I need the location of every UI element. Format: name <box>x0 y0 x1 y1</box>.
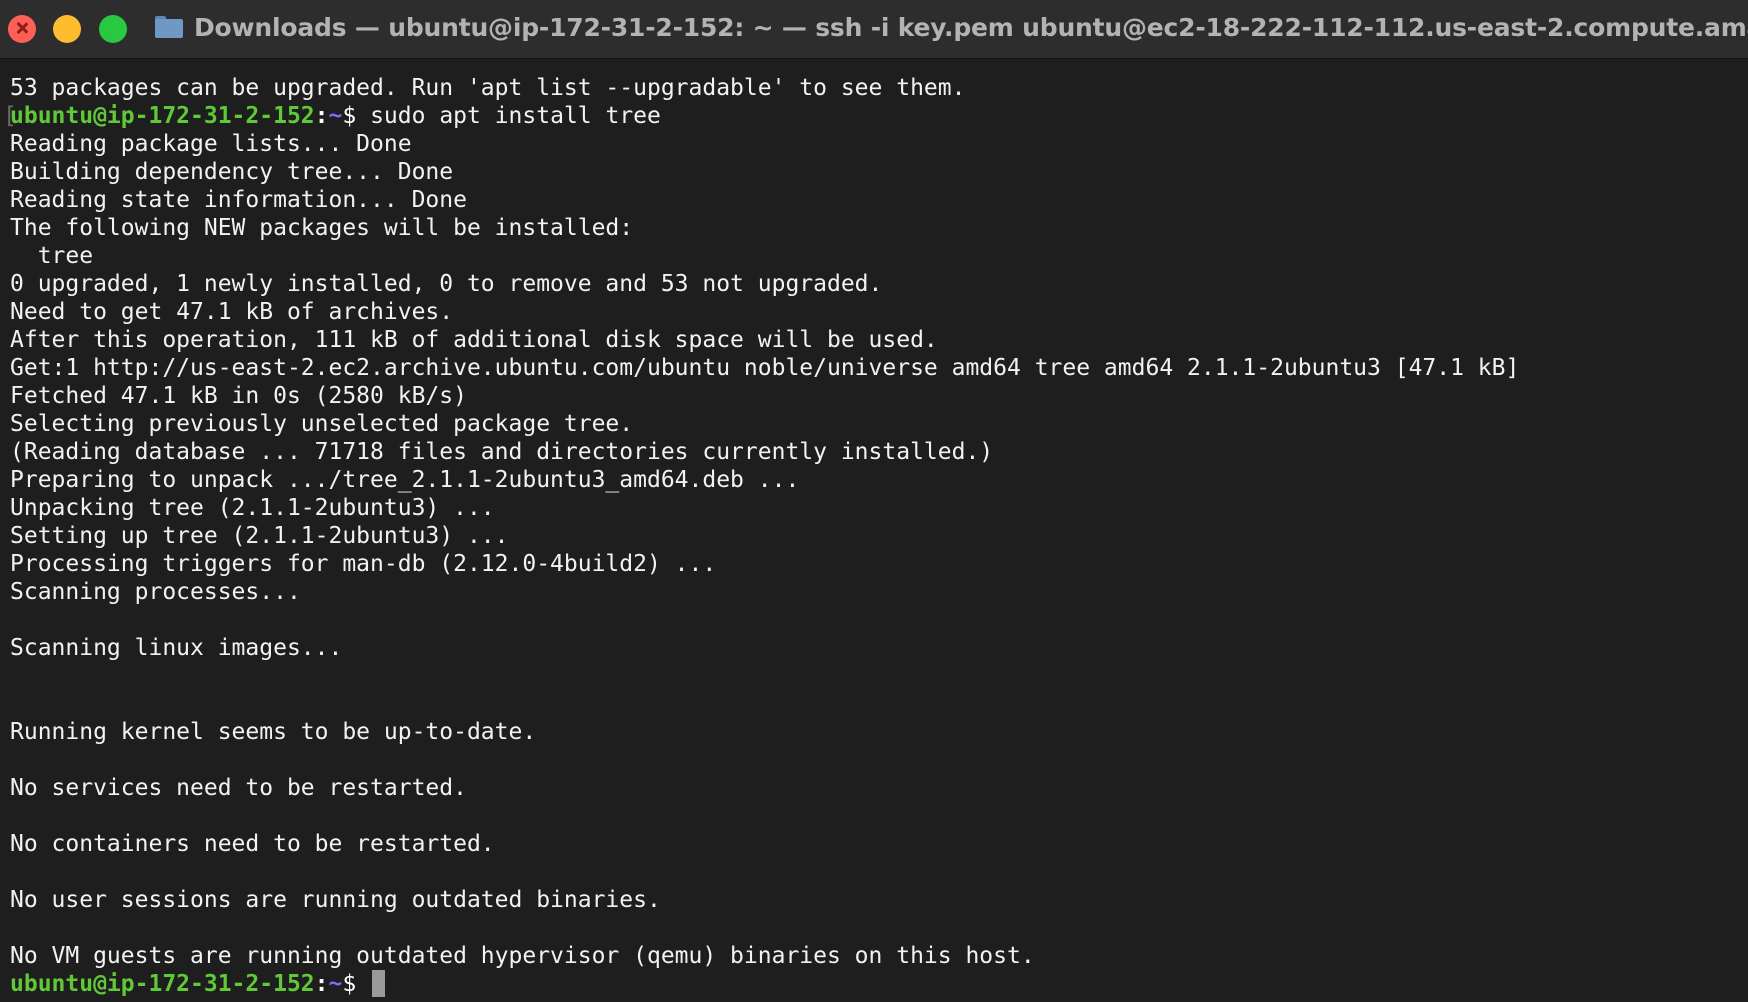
terminal-line: No VM guests are running outdated hyperv… <box>10 943 1035 969</box>
prompt-user-host: ubuntu@ip-172-31-2-152 <box>10 103 315 129</box>
terminal-line: Processing triggers for man-db (2.12.0-4… <box>10 551 717 577</box>
window-title: Downloads — ubuntu@ip-172-31-2-152: ~ — … <box>194 13 1748 42</box>
mark-bracket: [ <box>3 103 17 129</box>
terminal-window: Downloads — ubuntu@ip-172-31-2-152: ~ — … <box>0 0 1748 1002</box>
command-line: [ubuntu@ip-172-31-2-152:~$ sudo apt inst… <box>3 102 1748 130</box>
terminal-line: Need to get 47.1 kB of archives. <box>10 299 454 325</box>
close-button[interactable] <box>8 15 36 43</box>
prompt-dollar: $ <box>342 103 357 129</box>
terminal-line: Setting up tree (2.1.1-2ubuntu3) ... <box>10 523 509 549</box>
close-icon <box>16 22 28 34</box>
title-bar[interactable]: Downloads — ubuntu@ip-172-31-2-152: ~ — … <box>0 0 1748 59</box>
terminal-line: Preparing to unpack .../tree_2.1.1-2ubun… <box>10 467 800 493</box>
terminal-line: No user sessions are running outdated bi… <box>10 887 661 913</box>
terminal-line: Scanning processes... <box>10 579 301 605</box>
terminal-line: Unpacking tree (2.1.1-2ubuntu3) ... <box>10 495 495 521</box>
terminal-line: Fetched 47.1 kB in 0s (2580 kB/s) <box>10 383 467 409</box>
zoom-button[interactable] <box>99 15 127 43</box>
terminal-line: Reading state information... Done <box>10 187 467 213</box>
prompt-user-host: ubuntu@ip-172-31-2-152 <box>10 971 315 997</box>
prompt-colon: : <box>314 103 329 129</box>
command-text: sudo apt install tree <box>370 103 661 129</box>
text-cursor[interactable] <box>372 970 386 997</box>
terminal-line: Selecting previously unselected package … <box>10 411 634 437</box>
terminal-line: Building dependency tree... Done <box>10 159 454 185</box>
terminal-line: Get:1 http://us-east-2.ec2.archive.ubunt… <box>10 355 1520 381</box>
prompt-path: ~ <box>328 971 343 997</box>
folder-icon <box>155 16 183 38</box>
terminal-line: (Reading database ... 71718 files and di… <box>10 439 994 465</box>
terminal-line: No containers need to be restarted. <box>10 831 495 857</box>
terminal-line: tree <box>10 243 94 269</box>
terminal-line: Reading package lists... Done <box>10 131 412 157</box>
prompt-dollar: $ <box>342 971 357 997</box>
terminal-line: 0 upgraded, 1 newly installed, 0 to remo… <box>10 271 883 297</box>
prompt-path: ~ <box>328 103 343 129</box>
terminal-line: Running kernel seems to be up-to-date. <box>10 719 537 745</box>
terminal-output[interactable]: 53 packages can be upgraded. Run 'apt li… <box>3 74 1748 1002</box>
prompt-line[interactable]: ubuntu@ip-172-31-2-152:~$ <box>10 970 1748 998</box>
terminal-line: No services need to be restarted. <box>10 775 467 801</box>
terminal-line: Scanning linux images... <box>10 635 343 661</box>
terminal-line: The following NEW packages will be insta… <box>10 215 634 241</box>
minimize-button[interactable] <box>53 15 81 43</box>
terminal-line: 53 packages can be upgraded. Run 'apt li… <box>10 75 966 101</box>
terminal-line: After this operation, 111 kB of addition… <box>10 327 938 353</box>
prompt-colon: : <box>314 971 329 997</box>
